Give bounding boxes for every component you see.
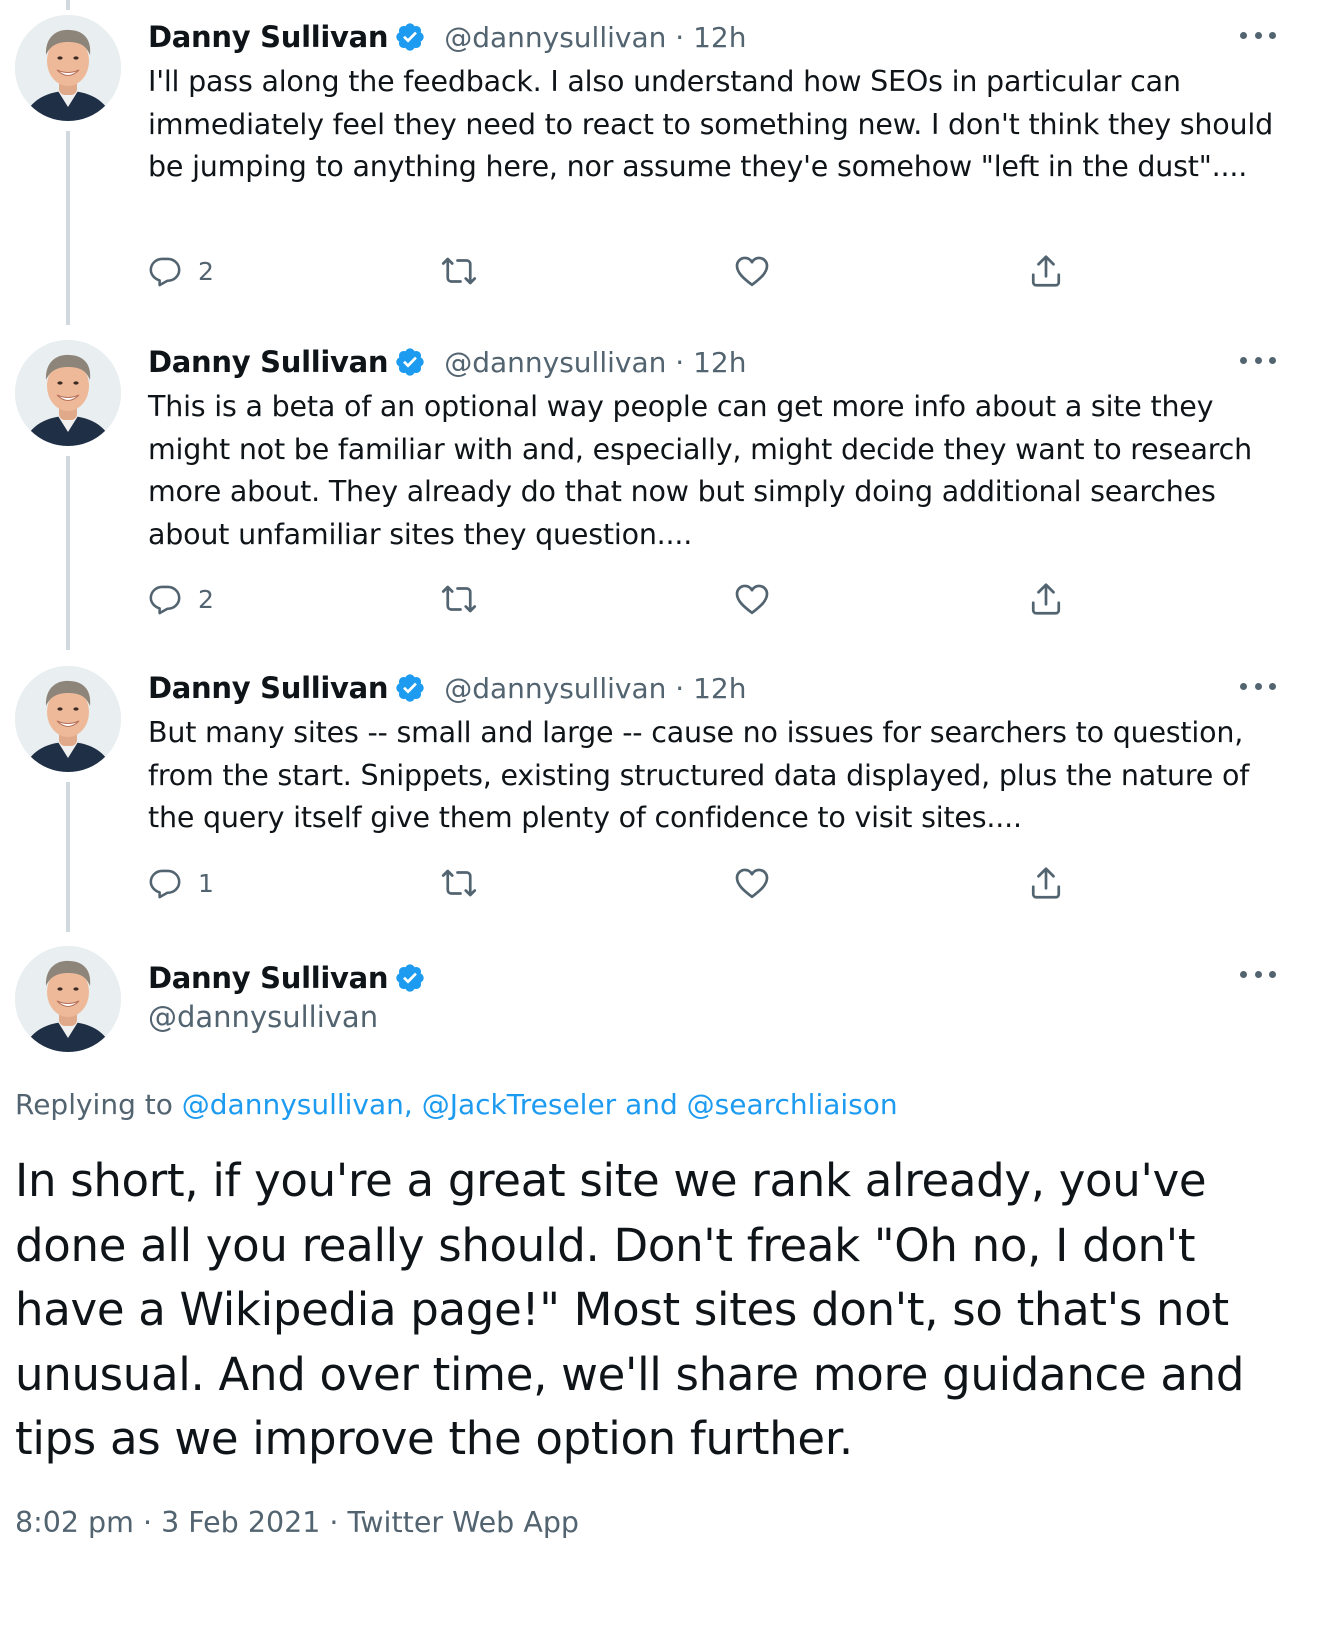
share-button[interactable]: [1028, 577, 1064, 621]
more-icon[interactable]: [1240, 21, 1276, 49]
author-handle[interactable]: @dannysullivan: [444, 672, 666, 705]
main-avatar[interactable]: [15, 946, 121, 1052]
more-icon[interactable]: [1240, 672, 1276, 700]
reply-button[interactable]: 2: [148, 249, 214, 293]
avatar[interactable]: [15, 15, 121, 121]
avatar[interactable]: [15, 666, 121, 772]
avatar-image: [15, 15, 121, 121]
tweet-actions: 2: [148, 249, 1248, 293]
author-name[interactable]: Danny Sullivan: [148, 671, 389, 705]
reply-count: 2: [198, 584, 214, 614]
tweet-text: I'll pass along the feedback. I also und…: [148, 65, 1273, 183]
meta-separator: ·: [320, 1506, 348, 1539]
thread-tweet[interactable]: Danny Sullivan @dannysullivan · 12h But …: [0, 666, 1318, 936]
share-icon: [1028, 865, 1064, 901]
author-handle[interactable]: @dannysullivan: [444, 21, 666, 54]
main-author-handle[interactable]: @dannysullivan: [148, 1000, 378, 1034]
replying-to-line: Replying to @dannysullivan, @JackTresele…: [15, 1088, 898, 1121]
mention-link[interactable]: @searchliaison: [687, 1088, 898, 1121]
share-icon: [1028, 581, 1064, 617]
share-icon: [1028, 253, 1064, 289]
reply-icon: [148, 866, 182, 900]
avatar-image: [15, 666, 121, 772]
author-name[interactable]: Danny Sullivan: [148, 20, 389, 54]
avatar-image: [15, 946, 121, 1052]
reply-button[interactable]: 2: [148, 577, 214, 621]
separator-dot: ·: [675, 345, 694, 379]
tweet-actions: 1: [148, 861, 1248, 905]
author-name[interactable]: Danny Sullivan: [148, 345, 389, 379]
author-handle[interactable]: @dannysullivan: [444, 346, 666, 379]
retweet-icon: [441, 581, 477, 617]
tweet-time[interactable]: 12h: [693, 21, 746, 54]
verified-badge-icon: [394, 672, 426, 704]
retweet-button[interactable]: [441, 249, 477, 293]
retweet-icon: [441, 253, 477, 289]
heart-icon: [734, 865, 770, 901]
retweet-button[interactable]: [441, 577, 477, 621]
tweet-actions: 2: [148, 577, 1248, 621]
tweet-time[interactable]: 12h: [693, 346, 746, 379]
tweet-header: Danny Sullivan @dannysullivan · 12h: [148, 15, 746, 59]
meta-separator: ·: [133, 1506, 162, 1539]
tweet-header: Danny Sullivan @dannysullivan · 12h: [148, 340, 746, 384]
avatar[interactable]: [15, 340, 121, 446]
share-button[interactable]: [1028, 249, 1064, 293]
avatar-image: [15, 340, 121, 446]
main-author-name[interactable]: Danny Sullivan: [148, 961, 389, 995]
verified-badge-icon: [394, 962, 426, 994]
tweet-time[interactable]: 12h: [693, 672, 746, 705]
reply-button[interactable]: 1: [148, 861, 214, 905]
mention-and: and: [616, 1088, 687, 1121]
like-button[interactable]: [734, 249, 770, 293]
retweet-button[interactable]: [441, 861, 477, 905]
thread-tweet[interactable]: Danny Sullivan @dannysullivan · 12h I'll…: [0, 15, 1318, 325]
separator-dot: ·: [675, 671, 694, 705]
main-author-block: Danny Sullivan: [148, 956, 444, 1000]
like-button[interactable]: [734, 861, 770, 905]
reply-icon: [148, 582, 182, 616]
thread-tweet[interactable]: Danny Sullivan @dannysullivan · 12h This…: [0, 340, 1318, 650]
mention-link[interactable]: @dannysullivan: [182, 1088, 404, 1121]
reply-count: 2: [198, 256, 214, 286]
mention-link[interactable]: @JackTreseler: [422, 1088, 616, 1121]
more-icon[interactable]: [1240, 960, 1276, 988]
tweet-meta: 8:02 pm · 3 Feb 2021 · Twitter Web App: [15, 1506, 579, 1539]
thread-connector-line: [66, 0, 70, 10]
reply-count: 1: [198, 868, 214, 898]
replying-prefix: Replying to: [15, 1088, 182, 1121]
tweet-timestamp[interactable]: 8:02 pm: [15, 1506, 134, 1539]
tweet-source[interactable]: Twitter Web App: [348, 1506, 579, 1539]
mention-separator: ,: [403, 1088, 422, 1121]
like-button[interactable]: [734, 577, 770, 621]
tweet-text: But many sites -- small and large -- cau…: [148, 716, 1250, 834]
tweet-text: This is a beta of an optional way people…: [148, 390, 1252, 551]
heart-icon: [734, 581, 770, 617]
tweet-date[interactable]: 3 Feb 2021: [161, 1506, 320, 1539]
share-button[interactable]: [1028, 861, 1064, 905]
verified-badge-icon: [394, 346, 426, 378]
verified-badge-icon: [394, 21, 426, 53]
more-icon[interactable]: [1240, 346, 1276, 374]
tweet-header: Danny Sullivan @dannysullivan · 12h: [148, 666, 746, 710]
separator-dot: ·: [675, 20, 694, 54]
reply-icon: [148, 254, 182, 288]
heart-icon: [734, 253, 770, 289]
main-tweet-text: In short, if you're a great site we rank…: [15, 1154, 1245, 1465]
retweet-icon: [441, 865, 477, 901]
